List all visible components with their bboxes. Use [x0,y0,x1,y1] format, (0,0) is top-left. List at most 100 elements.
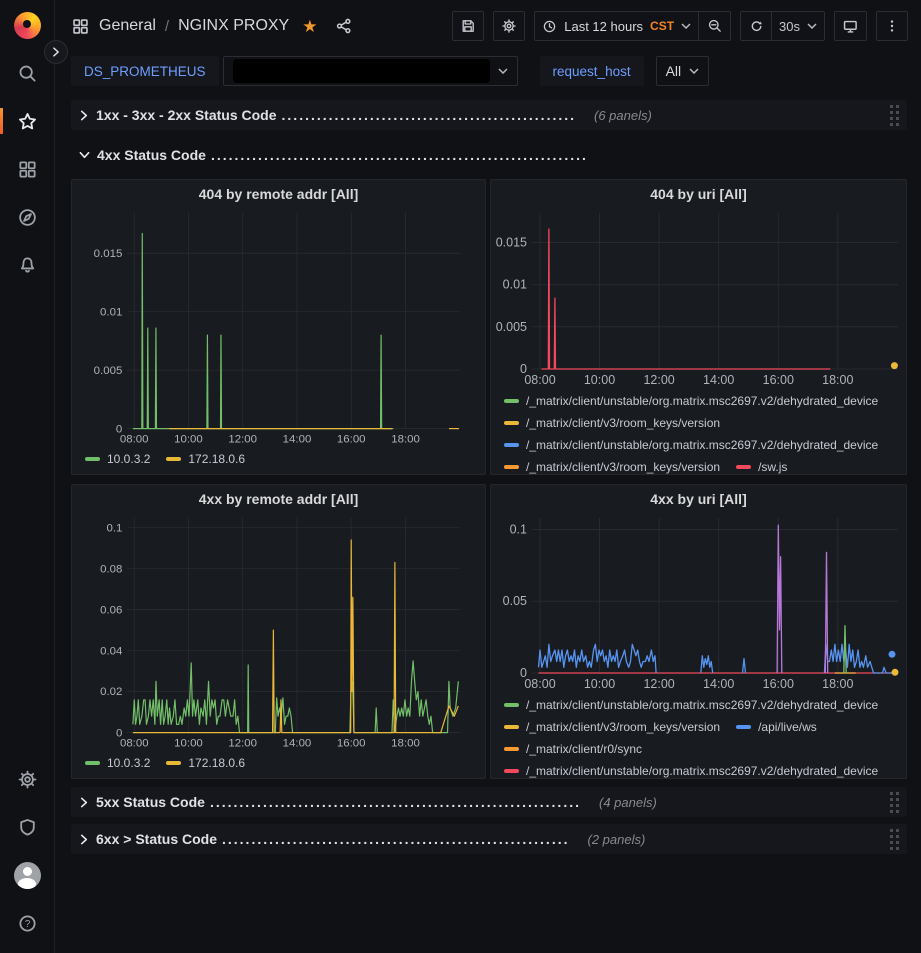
legend-item[interactable]: /_matrix/client/v3/room_keys/version [504,416,720,430]
chevron-down-icon [78,149,91,161]
legend-item[interactable]: /_matrix/client/v3/room_keys/version [504,460,720,474]
legend-row: 10.0.3.2 172.18.0.6 [85,752,479,774]
monitor-icon [842,18,859,35]
refresh-interval-label: 30s [779,19,800,34]
sidebar-item-dashboards[interactable] [0,145,55,193]
legend-item[interactable]: /_matrix/client/v3/room_keys/version [504,720,720,734]
legend-swatch [504,399,519,403]
legend-item[interactable]: /_matrix/client/unstable/org.matrix.msc2… [504,698,878,712]
row-header-4xx[interactable]: 4xx Status Code ........................… [71,140,907,170]
legend-row: /_matrix/client/unstable/org.matrix.msc2… [504,390,900,412]
time-series-chart: 00.020.040.060.080.108:0010:0012:0014:00… [72,511,485,750]
sidebar-item-explore[interactable] [0,193,55,241]
panel-4xx-by-uri: 4xx by uri [All] 00.050.108:0010:0012:00… [490,484,907,779]
legend-swatch [504,769,519,773]
legend-item[interactable]: /_matrix/client/r0/sync [504,742,642,756]
grafana-app: ? General / NGINX PROXY ★ [0,0,921,953]
row-title: 6xx > Status Code [96,831,217,847]
refresh-interval-picker[interactable]: 30s [772,11,825,41]
sidebar-item-configuration[interactable] [0,755,55,803]
tv-mode-button[interactable] [834,11,867,41]
legend-item[interactable]: 172.18.0.6 [166,756,245,770]
row-header-6xx[interactable]: 6xx > Status Code ......................… [71,824,907,854]
favorite-star-icon[interactable]: ★ [302,18,317,35]
time-range-picker[interactable]: Last 12 hours CST [534,11,699,41]
svg-text:18:00: 18:00 [391,433,420,445]
refresh-button[interactable] [740,11,772,41]
svg-text:12:00: 12:00 [643,373,674,387]
legend-label: /_matrix/client/unstable/org.matrix.msc2… [526,394,878,408]
sidebar-expand-button[interactable] [44,40,68,64]
variable-value-ds-prometheus[interactable] [223,56,518,86]
save-dashboard-button[interactable] [452,11,484,41]
legend-row: /_matrix/client/v3/room_keys/version [504,412,900,434]
grafana-logo[interactable] [14,12,41,39]
legend-label: /_matrix/client/v3/room_keys/version [526,460,720,474]
chevron-right-icon [50,46,62,58]
variable-value-request-host[interactable]: All [656,56,710,86]
legend-label: 10.0.3.2 [107,756,150,770]
svg-text:12:00: 12:00 [228,433,257,445]
row-leader-dots: ........................................… [282,107,576,123]
svg-text:16:00: 16:00 [763,677,794,691]
share-icon[interactable] [335,17,353,35]
legend-item[interactable]: 10.0.3.2 [85,452,150,466]
chart-legend: /_matrix/client/unstable/org.matrix.msc2… [491,692,906,778]
svg-text:14:00: 14:00 [283,433,312,445]
breadcrumb-folder[interactable]: General [99,17,156,35]
sidebar-item-alerting[interactable] [0,241,55,289]
legend-swatch [504,725,519,729]
legend-label: /_matrix/client/v3/room_keys/version [526,416,720,430]
row-title: 1xx - 3xx - 2xx Status Code [96,107,277,123]
dashboard-settings-button[interactable] [493,11,525,41]
sidebar-item-server-admin[interactable] [0,803,55,851]
chart-4xx-by-uri[interactable]: 00.050.108:0010:0012:0014:0016:0018:00 [491,511,906,692]
legend-item[interactable]: 172.18.0.6 [166,452,245,466]
sidebar-item-help[interactable]: ? [0,899,55,947]
row-title: 5xx Status Code [96,794,205,810]
row-leader-dots: ........................................… [222,831,570,847]
kebab-icon [884,18,900,34]
chevron-right-icon [78,833,90,846]
time-series-chart: 00.0050.010.01508:0010:0012:0014:0016:00… [72,206,485,446]
legend-swatch [85,457,100,461]
star-icon [17,111,38,132]
panel-title[interactable]: 404 by remote addr [All] [72,180,485,206]
panel-title[interactable]: 4xx by uri [All] [491,485,906,511]
chart-4xx-by-remote-addr[interactable]: 00.020.040.060.080.108:0010:0012:0014:00… [72,511,485,750]
variable-label-request-host[interactable]: request_host [540,56,644,86]
row-drag-handle[interactable] [888,827,901,852]
row-header-5xx[interactable]: 5xx Status Code ........................… [71,787,907,817]
time-series-chart: 00.050.108:0010:0012:0014:0016:0018:00 [491,511,906,692]
zoom-out-time-button[interactable] [699,11,731,41]
row-drag-handle[interactable] [888,790,901,815]
legend-swatch [504,747,519,751]
panel-title[interactable]: 404 by uri [All] [491,180,906,206]
row-drag-handle[interactable] [888,103,901,128]
svg-text:08:00: 08:00 [120,433,149,445]
legend-item[interactable]: /api/live/ws [736,720,817,734]
chart-404-by-remote-addr[interactable]: 00.0050.010.01508:0010:0012:0014:0016:00… [72,206,485,446]
legend-swatch [504,443,519,447]
sidebar-item-profile[interactable] [0,851,55,899]
variable-label-ds-prometheus[interactable]: DS_PROMETHEUS [71,56,219,86]
sidebar-bottom-group: ? [0,755,55,947]
legend-item[interactable]: /sw.js [736,460,787,474]
panel-404-by-uri: 404 by uri [All] 00.0050.010.01508:0010:… [490,179,907,475]
row-leader-dots: ........................................… [210,794,581,810]
svg-text:16:00: 16:00 [337,433,366,445]
legend-item[interactable]: /_matrix/client/unstable/org.matrix.msc2… [504,394,878,408]
panel-title[interactable]: 4xx by remote addr [All] [72,485,485,511]
legend-item[interactable]: /_matrix/client/unstable/org.matrix.msc2… [504,764,878,778]
bell-icon [17,255,38,276]
row-header-1xx-3xx-2xx[interactable]: 1xx - 3xx - 2xx Status Code ............… [71,100,907,130]
chart-404-by-uri[interactable]: 00.0050.010.01508:0010:0012:0014:0016:00… [491,206,906,388]
kebab-menu-button[interactable] [876,11,908,41]
legend-label: /api/live/ws [758,720,817,734]
sidebar-item-starred[interactable] [0,97,55,145]
legend-item[interactable]: /_matrix/client/unstable/org.matrix.msc2… [504,438,878,452]
svg-text:0.015: 0.015 [94,248,123,260]
legend-item[interactable]: 10.0.3.2 [85,756,150,770]
legend-row: 10.0.3.2 172.18.0.6 [85,448,479,470]
legend-swatch [736,725,751,729]
